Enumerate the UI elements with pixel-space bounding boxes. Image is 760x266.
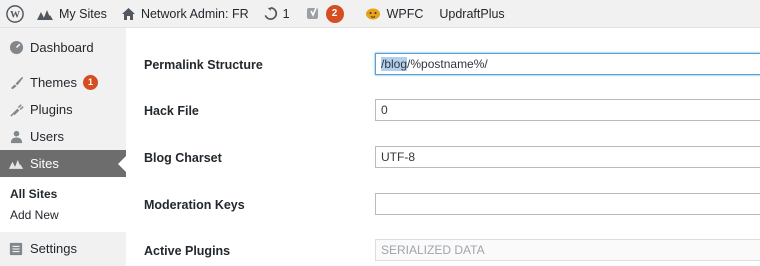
my-sites-icon — [36, 7, 54, 21]
row-permalink-structure: Permalink Structure /blog/%postname%/ — [126, 45, 760, 85]
updates-menu[interactable]: 1 — [255, 0, 296, 28]
hack-file-input[interactable]: 0 — [375, 99, 760, 121]
menu-settings[interactable]: Settings — [0, 235, 126, 262]
plugin-icon — [8, 102, 24, 118]
permalink-structure-input[interactable]: /blog/%postname%/ — [375, 53, 760, 75]
hack-file-label: Hack File — [144, 104, 199, 118]
sites-icon — [8, 156, 24, 172]
updraftplus-label: UpdraftPlus — [439, 6, 505, 21]
updates-count: 1 — [282, 6, 290, 21]
settings-icon — [8, 241, 24, 257]
admin-bar: W My Sites Network Admin: FR 1 2 WPFC Up… — [0, 0, 760, 28]
menu-users[interactable]: Users — [0, 123, 126, 150]
menu-dashboard-label: Dashboard — [30, 40, 94, 55]
my-sites-menu[interactable]: My Sites — [30, 0, 113, 28]
moderation-keys-input[interactable] — [375, 193, 760, 215]
blog-charset-input[interactable]: UTF-8 — [375, 146, 760, 168]
svg-text:W: W — [10, 9, 20, 20]
yoast-seo-menu[interactable]: 2 — [296, 0, 350, 28]
menu-themes-label: Themes — [30, 75, 77, 90]
row-hack-file: Hack File 0 — [126, 91, 760, 131]
admin-sidebar: Dashboard Themes 1 Plugins Users Sites A… — [0, 28, 126, 266]
submenu-add-new[interactable]: Add New — [0, 205, 126, 226]
permalink-selected-text: /blog — [381, 57, 408, 71]
submenu-all-sites[interactable]: All Sites — [0, 184, 126, 205]
updates-icon — [263, 6, 278, 21]
menu-plugins-label: Plugins — [30, 102, 73, 117]
menu-themes[interactable]: Themes 1 — [0, 69, 126, 96]
wpfc-label: WPFC — [386, 6, 424, 21]
network-admin-label: Network Admin: FR — [140, 6, 249, 21]
menu-dashboard[interactable]: Dashboard — [0, 34, 126, 61]
users-icon — [8, 129, 24, 145]
dashboard-icon — [8, 40, 24, 56]
menu-users-label: Users — [30, 129, 64, 144]
themes-update-badge: 1 — [82, 75, 98, 90]
site-settings-form: Permalink Structure /blog/%postname%/ Ha… — [126, 28, 760, 266]
menu-settings-label: Settings — [30, 241, 77, 256]
menu-sites-label: Sites — [30, 156, 59, 171]
network-admin-menu[interactable]: Network Admin: FR — [113, 0, 255, 28]
yoast-icon — [306, 6, 320, 21]
row-blog-charset: Blog Charset UTF-8 — [126, 138, 760, 178]
menu-plugins[interactable]: Plugins — [0, 96, 126, 123]
my-sites-label: My Sites — [59, 6, 107, 21]
sites-submenu: All Sites Add New — [0, 177, 126, 232]
row-active-plugins: Active Plugins SERIALIZED DATA — [126, 231, 760, 266]
wpfc-menu[interactable]: WPFC — [350, 0, 430, 28]
moderation-keys-label: Moderation Keys — [144, 198, 245, 212]
permalink-rest-text: /%postname%/ — [407, 57, 488, 71]
active-plugins-label: Active Plugins — [144, 244, 231, 258]
permalink-structure-label: Permalink Structure — [144, 58, 263, 72]
wordpress-logo-menu[interactable]: W — [0, 0, 30, 28]
paintbrush-icon — [8, 75, 24, 91]
home-icon — [121, 7, 136, 21]
yoast-notification-badge: 2 — [325, 4, 344, 23]
updraftplus-menu[interactable]: UpdraftPlus — [429, 0, 510, 28]
active-plugins-input: SERIALIZED DATA — [375, 239, 760, 261]
wordpress-icon: W — [6, 4, 24, 23]
row-moderation-keys: Moderation Keys — [126, 185, 760, 225]
blog-charset-label: Blog Charset — [144, 151, 222, 165]
cheetah-icon — [364, 7, 382, 21]
menu-sites[interactable]: Sites — [0, 150, 126, 177]
